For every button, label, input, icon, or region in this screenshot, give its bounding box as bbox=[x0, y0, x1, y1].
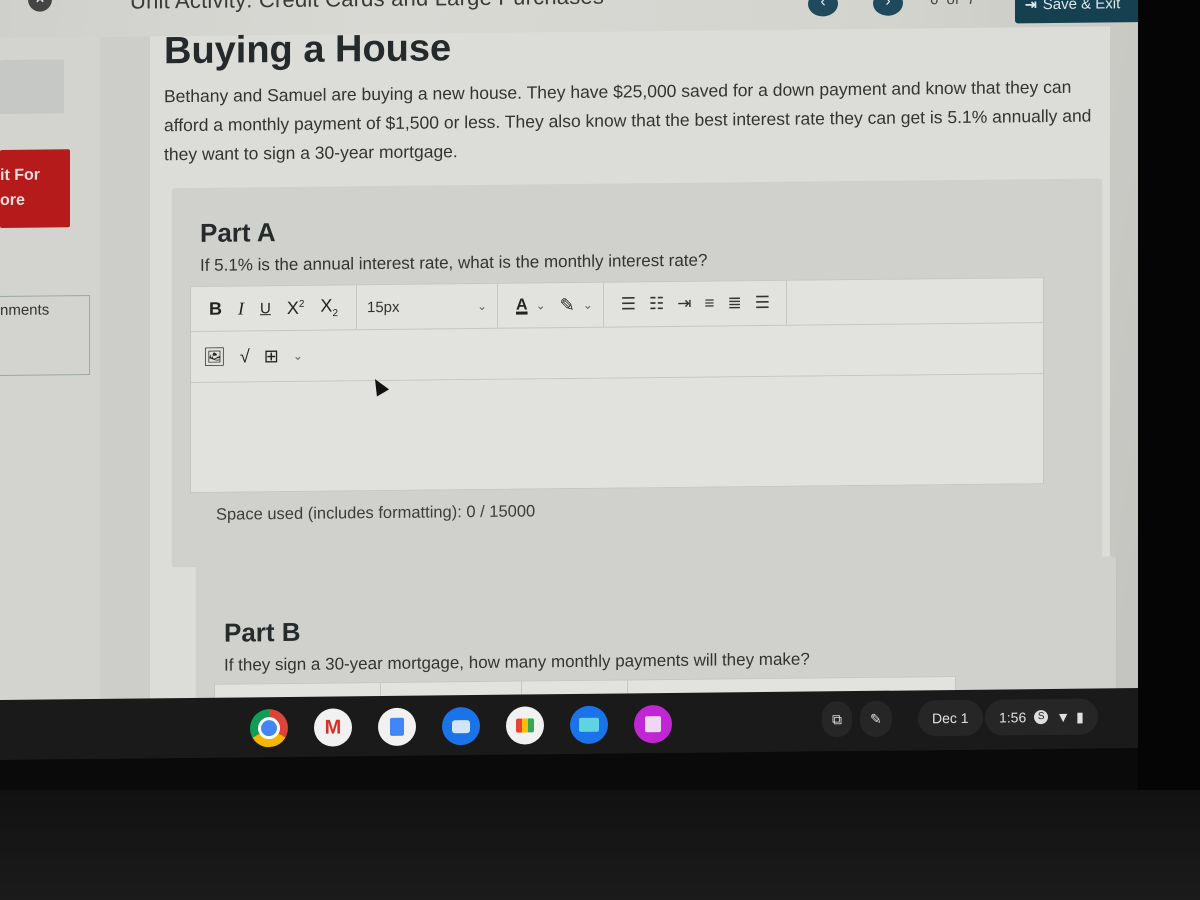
bold-button[interactable]: B bbox=[209, 298, 222, 319]
exit-icon: ⇥ bbox=[1025, 0, 1037, 12]
submit-label-line2: ore bbox=[0, 191, 25, 209]
chevron-left-icon: ‹ bbox=[820, 0, 826, 11]
account-badge: S bbox=[1034, 710, 1049, 725]
font-size-group: 15px ⌄ bbox=[357, 283, 498, 330]
table-icon[interactable]: ⊞ bbox=[264, 346, 279, 367]
part-b-title: Part B bbox=[224, 616, 301, 648]
unit-title: Unit Activity: Credit Cards and Large Pu… bbox=[130, 0, 604, 15]
left-sidebar: it For ore nments bbox=[0, 36, 100, 739]
bullet-list-icon[interactable]: ☰ bbox=[621, 294, 635, 314]
previous-page-button[interactable]: ‹ bbox=[808, 0, 838, 17]
format-group: B I U X2 X2 bbox=[191, 285, 357, 331]
submit-for-score-button[interactable]: it For ore bbox=[0, 149, 70, 228]
screen-bezel-bottom bbox=[0, 790, 1200, 900]
browser-viewport: × Unit Activity: Credit Cards and Large … bbox=[0, 0, 1140, 740]
status-area[interactable]: 1:56 S ▼ ▮ bbox=[985, 698, 1098, 736]
messages-app-icon[interactable] bbox=[442, 706, 480, 746]
wifi-icon: ▼ bbox=[1056, 708, 1071, 725]
italic-button[interactable]: I bbox=[238, 298, 244, 319]
part-a-question: If 5.1% is the annual interest rate, wha… bbox=[200, 250, 708, 275]
align-center-icon[interactable]: ≣ bbox=[727, 293, 740, 313]
screen-bezel-right bbox=[1138, 0, 1200, 900]
part-a-editor: B I U X2 X2 15px ⌄ A ⌄ ✎ ⌄ ☰ ☷ ⇥ ≡ ≣ ☰ 🖼… bbox=[190, 277, 1044, 494]
superscript-button[interactable]: X2 bbox=[287, 297, 305, 318]
align-right-icon[interactable]: ☰ bbox=[755, 293, 769, 313]
numbered-list-icon[interactable]: ☷ bbox=[649, 294, 663, 314]
screenshot-icon[interactable]: ⧉ bbox=[822, 701, 852, 738]
superscript-mark: 2 bbox=[298, 298, 305, 310]
comments-button[interactable]: nments bbox=[0, 295, 90, 376]
sidebar-placeholder bbox=[0, 59, 64, 114]
font-size-select[interactable]: 15px ⌄ bbox=[367, 297, 487, 315]
chevron-down-icon[interactable]: ⌄ bbox=[536, 298, 546, 312]
chrome-app-icon[interactable] bbox=[250, 708, 288, 748]
save-exit-label: Save & Exit bbox=[1042, 0, 1121, 13]
save-exit-button[interactable]: ⇥ Save & Exit bbox=[1015, 0, 1138, 24]
list-align-group: ☰ ☷ ⇥ ≡ ≣ ☰ bbox=[603, 280, 787, 327]
canvas-app-icon[interactable] bbox=[634, 704, 672, 744]
chevron-down-icon[interactable]: ⌄ bbox=[583, 298, 593, 312]
math-equation-icon[interactable]: √ bbox=[240, 346, 250, 367]
meet-app-icon[interactable] bbox=[506, 706, 544, 745]
subscript-mark: 2 bbox=[332, 308, 338, 320]
activity-content: Buying a House Bethany and Samuel are bu… bbox=[150, 26, 1116, 740]
date-label: Dec 1 bbox=[918, 699, 983, 737]
tray-left: ⧉ ✎ bbox=[822, 700, 892, 738]
font-size-value: 15px bbox=[367, 298, 400, 316]
stylus-icon[interactable]: ✎ bbox=[860, 700, 892, 737]
page-title: Buying a House bbox=[164, 27, 452, 73]
files-app-icon[interactable] bbox=[570, 705, 608, 745]
indent-icon[interactable]: ⇥ bbox=[677, 294, 690, 314]
os-shelf: M ⧉ ✎ Dec 1 1:56 S ▼ ▮ bbox=[0, 688, 1140, 760]
status-tray[interactable]: 1:56 S ▼ ▮ bbox=[985, 698, 1098, 736]
battery-icon: ▮ bbox=[1076, 708, 1084, 725]
chevron-down-icon[interactable]: ⌄ bbox=[293, 349, 303, 363]
color-group: A ⌄ ✎ ⌄ bbox=[498, 282, 604, 328]
part-b-question: If they sign a 30-year mortgage, how man… bbox=[224, 649, 810, 675]
part-a-toolbar-row2: 🖼 √ ⊞ ⌄ bbox=[191, 323, 1043, 383]
underline-button[interactable]: U bbox=[260, 300, 271, 317]
chevron-right-icon: › bbox=[885, 0, 891, 10]
page-indicator: 6 of 7 bbox=[930, 0, 976, 8]
space-used-counter: Space used (includes formatting): 0 / 15… bbox=[216, 502, 536, 524]
part-a-answer-input[interactable] bbox=[191, 374, 1043, 492]
gmail-app-icon[interactable]: M bbox=[314, 708, 352, 747]
comments-label: nments bbox=[0, 301, 50, 319]
subscript-label: X bbox=[320, 295, 333, 316]
part-a-card: Part A If 5.1% is the annual interest ra… bbox=[172, 178, 1102, 567]
side-divider bbox=[100, 36, 150, 737]
chevron-down-icon: ⌄ bbox=[476, 298, 487, 314]
subscript-button[interactable]: X2 bbox=[320, 296, 338, 320]
insert-image-icon[interactable]: 🖼 bbox=[203, 346, 226, 367]
submit-label-line1: it For bbox=[0, 166, 40, 184]
superscript-label: X bbox=[286, 297, 299, 318]
time-label: 1:56 bbox=[999, 709, 1027, 726]
part-a-title: Part A bbox=[200, 217, 276, 248]
align-left-icon[interactable]: ≡ bbox=[705, 294, 714, 314]
close-icon[interactable]: × bbox=[28, 0, 52, 12]
docs-app-icon[interactable] bbox=[378, 707, 416, 747]
highlight-icon[interactable]: ✎ bbox=[560, 294, 575, 315]
intro-paragraph: Bethany and Samuel are buying a new hous… bbox=[164, 76, 1092, 165]
text-color-button[interactable]: A bbox=[516, 296, 528, 314]
next-page-button[interactable]: › bbox=[873, 0, 903, 16]
date-tray[interactable]: Dec 1 bbox=[918, 699, 983, 737]
